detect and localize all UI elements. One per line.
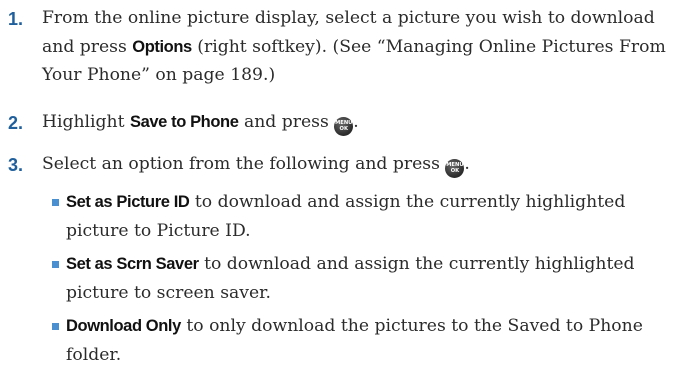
bullet-marker <box>52 261 59 268</box>
instruction-page: 1. From the online picture display, sele… <box>0 0 679 373</box>
option-set-as-picture-id: Set as Picture ID to download and assign… <box>52 188 675 245</box>
menu-ok-key-icon: MENU OK <box>334 116 354 136</box>
option-download-only: Download Only to only download the pictu… <box>52 312 675 369</box>
step-number: 2. <box>8 113 24 133</box>
step-text: From the online picture display, select … <box>42 8 666 85</box>
step-number: 3. <box>8 155 24 175</box>
step-text: Highlight Save to Phone and press MENU OK… <box>42 108 675 137</box>
step-text: Select an option from the following and … <box>42 150 675 179</box>
menu-ok-key-icon: MENU OK <box>445 158 465 178</box>
step-number: 1. <box>8 9 24 29</box>
options-key-label: Options <box>132 37 192 56</box>
bullet-marker <box>52 199 59 206</box>
option-set-as-scrn-saver: Set as Scrn Saver to download and assign… <box>52 250 675 307</box>
bullet-marker <box>52 323 59 330</box>
save-to-phone-label: Save to Phone <box>130 113 239 131</box>
